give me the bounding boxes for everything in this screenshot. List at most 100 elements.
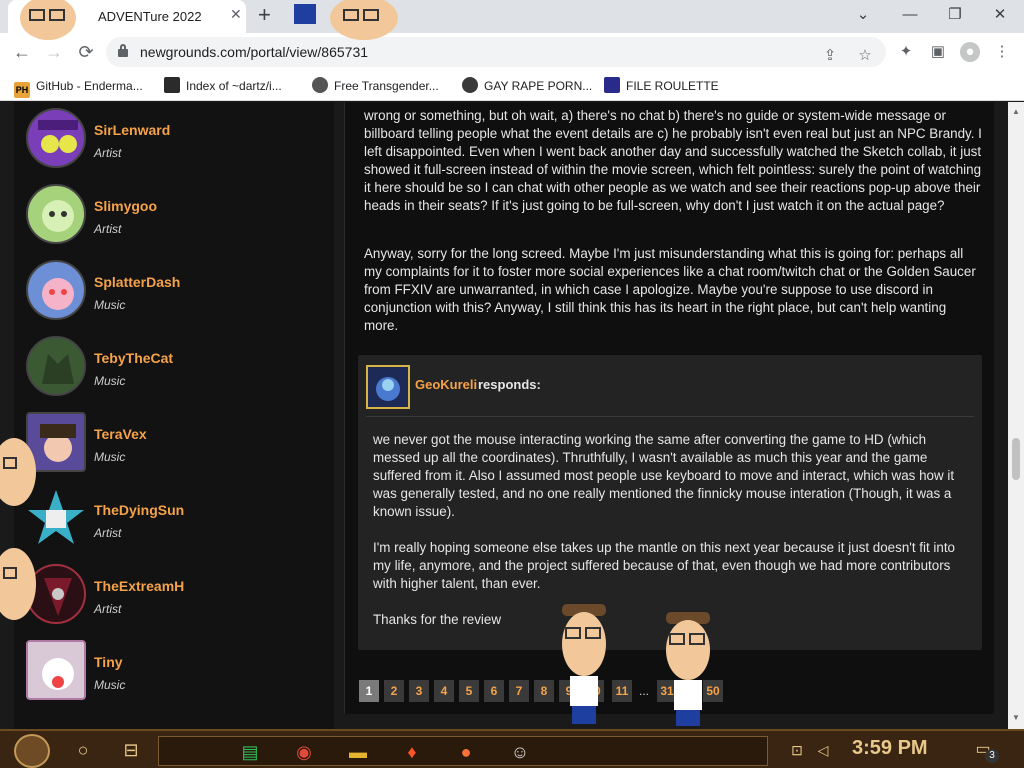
profile-icon[interactable]: ● — [960, 42, 980, 62]
bookmark-free[interactable]: Free Transgender... — [312, 77, 439, 95]
page-link[interactable]: 2 — [384, 680, 404, 702]
bookmark-github[interactable]: PH GitHub - Enderma... — [14, 77, 143, 98]
tab-search-icon[interactable]: ⌄ — [848, 5, 878, 25]
bookmark-file-roulette[interactable]: FILE ROULETTE — [604, 77, 719, 95]
artist-role: Music — [94, 678, 126, 692]
taskbar-clock[interactable]: 3:59 PM — [852, 737, 928, 760]
page-link[interactable]: 1 — [359, 680, 379, 702]
scroll-up-icon[interactable]: ▲ — [1012, 108, 1020, 116]
qr-icon — [164, 77, 180, 93]
review-paragraph: Anyway, sorry for the long screed. Maybe… — [364, 246, 976, 333]
share-icon[interactable]: ⇪ — [820, 46, 840, 66]
new-tab-button[interactable]: + — [258, 3, 271, 27]
artist-name[interactable]: Slimygoo — [94, 198, 157, 214]
artist-card[interactable]: SplatterDash Music — [26, 260, 326, 330]
artist-name[interactable]: SirLenward — [94, 122, 170, 138]
avatar[interactable] — [366, 365, 410, 409]
minimize-button[interactable]: — — [895, 5, 925, 25]
puzzle-icon[interactable]: ✦ — [896, 42, 916, 62]
artist-card[interactable]: TheExtreamH Artist — [26, 564, 326, 634]
response-author[interactable]: GeoKureli — [415, 377, 477, 392]
bookmark-index[interactable]: Index of ~dartz/i... — [164, 77, 282, 95]
artist-role: Artist — [94, 602, 122, 616]
artist-name[interactable]: TheDyingSun — [94, 502, 184, 518]
artist-role: Artist — [94, 146, 122, 160]
artist-card[interactable]: TebyTheCat Music — [26, 336, 326, 406]
page-link[interactable]: 7 — [509, 680, 529, 702]
task-view-icon[interactable]: ⊟ — [116, 735, 146, 765]
hank-hill-sprite — [294, 0, 398, 40]
page-link[interactable]: 6 — [484, 680, 504, 702]
artist-card[interactable]: SirLenward Artist — [26, 108, 326, 178]
page-content: SirLenward Artist Slimygoo Artist Splatt… — [0, 102, 1008, 729]
page-link[interactable]: 8 — [534, 680, 554, 702]
artist-role: Music — [94, 450, 126, 464]
page-link[interactable]: 11 — [612, 680, 632, 702]
artist-name[interactable]: TebyTheCat — [94, 350, 173, 366]
tab-close-icon[interactable]: ✕ — [230, 6, 242, 23]
page-scrollbar[interactable]: ▲ ▼ — [1008, 102, 1024, 729]
avatar[interactable] — [26, 184, 86, 244]
tab-strip: ADVENTure 2022 ✕ + ⌄ — ❐ ✕ — [0, 0, 1024, 33]
sidepanel-icon[interactable]: ▣ — [928, 42, 948, 62]
volume-muted-icon[interactable]: ◁ — [808, 735, 838, 765]
browser-toolbar: ← → ⟳ newgrounds.com/portal/view/865731 … — [0, 33, 1024, 71]
forward-button[interactable]: → — [42, 41, 66, 63]
hank-hill-sprite — [666, 612, 710, 726]
search-icon[interactable]: ○ — [68, 735, 98, 765]
page-link[interactable]: 5 — [459, 680, 479, 702]
back-button[interactable]: ← — [10, 41, 34, 63]
url-text[interactable]: newgrounds.com/portal/view/865731 — [140, 44, 368, 60]
bookmark-favicon: PH — [14, 82, 30, 98]
page-link[interactable]: 3 — [409, 680, 429, 702]
avatar-art — [42, 354, 74, 384]
star-icon[interactable]: ☆ — [855, 46, 875, 66]
response-label: responds: — [478, 377, 541, 392]
file-explorer-icon[interactable]: ▬ — [343, 737, 373, 767]
brave-icon[interactable]: ♦ — [397, 737, 427, 767]
review-paragraph: wrong or something, but oh wait, a) ther… — [364, 108, 982, 213]
figure-icon — [312, 77, 328, 93]
firefox-icon[interactable]: ● — [451, 737, 481, 767]
artist-card[interactable]: TeraVex Music — [26, 412, 326, 482]
lock-icon[interactable] — [118, 44, 128, 57]
theater-icon[interactable]: ☺ — [505, 737, 535, 767]
bookmark-label: GAY RAPE PORN... — [484, 79, 593, 93]
chrome-icon[interactable]: ◉ — [289, 737, 319, 767]
menu-icon[interactable]: ⋮ — [992, 42, 1012, 62]
avatar[interactable] — [26, 260, 86, 320]
artist-card[interactable]: TheDyingSun Artist — [26, 488, 326, 558]
address-bar[interactable]: newgrounds.com/portal/view/865731 ⇪ ☆ — [106, 37, 886, 67]
close-window-button[interactable]: ✕ — [985, 5, 1015, 25]
artist-card[interactable]: Slimygoo Artist — [26, 184, 326, 254]
avatar[interactable] — [26, 336, 86, 396]
avatar-art — [42, 200, 74, 232]
taskbar-apps: ▤ ◉ ▬ ♦ ● ☺ — [158, 736, 768, 766]
sheets-icon[interactable]: ▤ — [235, 737, 265, 767]
artist-name[interactable]: Tiny — [94, 654, 123, 670]
scroll-down-icon[interactable]: ▼ — [1012, 714, 1020, 722]
bookmark-label: Index of ~dartz/i... — [186, 79, 282, 93]
start-button[interactable] — [14, 734, 50, 768]
response-paragraph: we never got the mouse interacting worki… — [373, 432, 955, 519]
artist-sidebar: SirLenward Artist Slimygoo Artist Splatt… — [14, 102, 334, 729]
response-paragraph: I'm really hoping someone else takes up … — [373, 540, 955, 591]
hank-hill-sprite — [562, 604, 606, 724]
avatar-art — [376, 377, 400, 401]
globe-icon — [462, 77, 478, 93]
artist-role: Artist — [94, 526, 122, 540]
avatar[interactable] — [26, 108, 86, 168]
reload-button[interactable]: ⟳ — [74, 41, 98, 63]
file-icon — [604, 77, 620, 93]
artist-name[interactable]: TheExtreamH — [94, 578, 184, 594]
scroll-thumb[interactable] — [1012, 438, 1020, 480]
artist-name[interactable]: SplatterDash — [94, 274, 180, 290]
artist-name[interactable]: TeraVex — [94, 426, 147, 442]
page-link[interactable]: 4 — [434, 680, 454, 702]
hank-hill-sprite — [0, 548, 36, 620]
avatar-art — [42, 658, 74, 690]
artist-card[interactable]: Tiny Music — [26, 640, 326, 710]
taskbar: ○ ⊟ ▤ ◉ ▬ ♦ ● ☺ ⊡ ◁ 3:59 PM ▭ 3 — [0, 729, 1024, 768]
restore-button[interactable]: ❐ — [940, 5, 970, 25]
bookmark-gay[interactable]: GAY RAPE PORN... — [462, 77, 592, 95]
